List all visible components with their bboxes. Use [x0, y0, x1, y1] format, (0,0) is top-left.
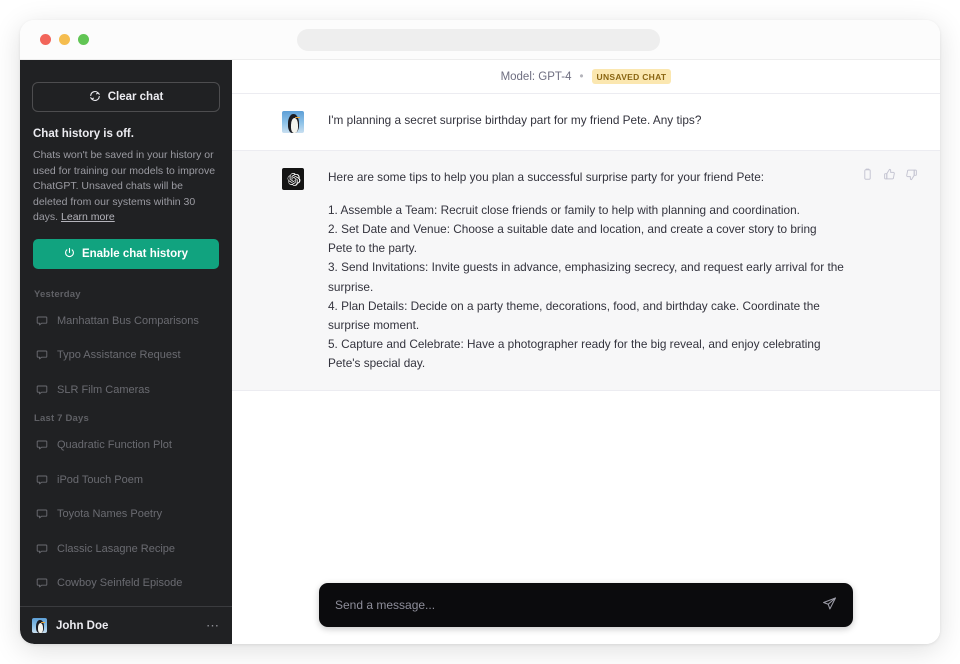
- message-body: Here are some tips to help you plan a su…: [328, 168, 940, 373]
- message-row-assistant: Here are some tips to help you plan a su…: [232, 151, 940, 391]
- send-icon: [822, 596, 837, 614]
- user-name: John Doe: [56, 620, 197, 632]
- chat-history-notice-body: Chats won't be saved in your history or …: [33, 148, 219, 226]
- copy-icon[interactable]: [861, 168, 874, 186]
- penguin-avatar: [32, 618, 47, 633]
- thumbs-up-icon[interactable]: [883, 168, 896, 186]
- learn-more-link[interactable]: Learn more: [61, 211, 115, 223]
- chat-bubble-icon: [36, 474, 48, 486]
- chat-history-item[interactable]: Manhattan Bus Comparisons: [32, 304, 220, 339]
- message-list-item: 2. Set Date and Venue: Choose a suitable…: [328, 220, 844, 258]
- enable-chat-history-label: Enable chat history: [82, 248, 188, 260]
- chat-history-item-label: Toyota Names Poetry: [57, 508, 162, 520]
- message-list: I'm planning a secret surprise birthday …: [232, 94, 940, 566]
- message-avatar-cell: [232, 168, 328, 373]
- penguin-avatar: [282, 111, 304, 133]
- message-list-item: 4. Plan Details: Decide on a party theme…: [328, 297, 844, 335]
- message-text: I'm planning a secret surprise birthday …: [328, 111, 844, 130]
- user-account-row[interactable]: John Doe ⋯: [20, 606, 232, 644]
- chat-history-item-label: Classic Lasagne Recipe: [57, 543, 175, 555]
- power-icon: [64, 247, 75, 261]
- model-label: Model: GPT-4: [501, 71, 572, 83]
- message-list-item: 1. Assemble a Team: Recruit close friend…: [328, 201, 844, 220]
- chat-history-item[interactable]: Cowboy Seinfeld Episode: [32, 566, 220, 601]
- chat-bubble-icon: [36, 315, 48, 327]
- composer-area: [232, 566, 940, 644]
- chat-history-item-label: Cowboy Seinfeld Episode: [57, 577, 182, 589]
- chat-bubble-icon: [36, 508, 48, 520]
- clear-chat-button[interactable]: Clear chat: [32, 82, 220, 112]
- chat-history-item[interactable]: iPod Touch Poem: [32, 463, 220, 498]
- address-bar[interactable]: [297, 29, 660, 51]
- sidebar: Clear chat Chat history is off. Chats wo…: [20, 60, 232, 644]
- chat-bubble-icon: [36, 384, 48, 396]
- clear-chat-label: Clear chat: [108, 91, 164, 103]
- chat-history-item[interactable]: Toyota Names Poetry: [32, 497, 220, 532]
- chat-history-item-label: Quadratic Function Plot: [57, 439, 172, 451]
- status-badge: UNSAVED CHAT: [592, 69, 672, 84]
- chat-group-label: Last 7 Days: [32, 407, 220, 428]
- chat-history-item-label: iPod Touch Poem: [57, 474, 143, 486]
- chat-history-item-label: Typo Assistance Request: [57, 349, 181, 361]
- enable-chat-history-button[interactable]: Enable chat history: [33, 239, 219, 269]
- message-list-item: 5. Capture and Celebrate: Have a photogr…: [328, 335, 844, 373]
- chat-bubble-icon: [36, 349, 48, 361]
- chat-group-label: Yesterday: [32, 283, 220, 304]
- message-text: Here are some tips to help you plan a su…: [328, 168, 844, 187]
- chat-history-notice-title: Chat history is off.: [33, 128, 219, 140]
- browser-window: Clear chat Chat history is off. Chats wo…: [20, 20, 940, 644]
- minimize-window-button[interactable]: [59, 34, 70, 45]
- browser-title-bar: [20, 20, 940, 60]
- chat-bubble-icon: [36, 439, 48, 451]
- chat-history-item[interactable]: Typo Assistance Request: [32, 338, 220, 373]
- chat-history-item[interactable]: SLR Film Cameras: [32, 373, 220, 408]
- main-pane: Model: GPT-4 • UNSAVED CHAT I'm planning…: [232, 60, 940, 644]
- model-separator: •: [580, 71, 584, 83]
- model-status-bar: Model: GPT-4 • UNSAVED CHAT: [232, 60, 940, 94]
- chat-history-list[interactable]: Yesterday Manhattan Bus Comparisons Typo A…: [20, 283, 232, 606]
- refresh-icon: [89, 90, 101, 105]
- message-avatar-cell: [232, 111, 328, 133]
- chat-history-item[interactable]: Quadratic Function Plot: [32, 428, 220, 463]
- message-list-item: 3. Send Invitations: Invite guests in ad…: [328, 258, 844, 296]
- close-window-button[interactable]: [40, 34, 51, 45]
- ellipsis-icon[interactable]: ⋯: [206, 623, 220, 629]
- chat-history-item-label: Manhattan Bus Comparisons: [57, 315, 199, 327]
- chat-history-item-label: SLR Film Cameras: [57, 384, 150, 396]
- message-composer[interactable]: [319, 583, 853, 627]
- chat-history-notice: Chat history is off. Chats won't be save…: [20, 112, 232, 226]
- message-input[interactable]: [335, 598, 822, 612]
- thumbs-down-icon[interactable]: [905, 168, 918, 186]
- message-body: I'm planning a secret surprise birthday …: [328, 111, 940, 133]
- chat-bubble-icon: [36, 577, 48, 589]
- chat-history-item[interactable]: Shift String with Number: [32, 601, 220, 606]
- chat-bubble-icon: [36, 543, 48, 555]
- maximize-window-button[interactable]: [78, 34, 89, 45]
- chat-history-item[interactable]: Classic Lasagne Recipe: [32, 532, 220, 567]
- message-actions: [861, 168, 918, 186]
- message-row-user: I'm planning a secret surprise birthday …: [232, 94, 940, 151]
- chatgpt-logo-icon: [282, 168, 304, 190]
- send-button[interactable]: [822, 596, 837, 614]
- window-traffic-lights: [40, 34, 89, 45]
